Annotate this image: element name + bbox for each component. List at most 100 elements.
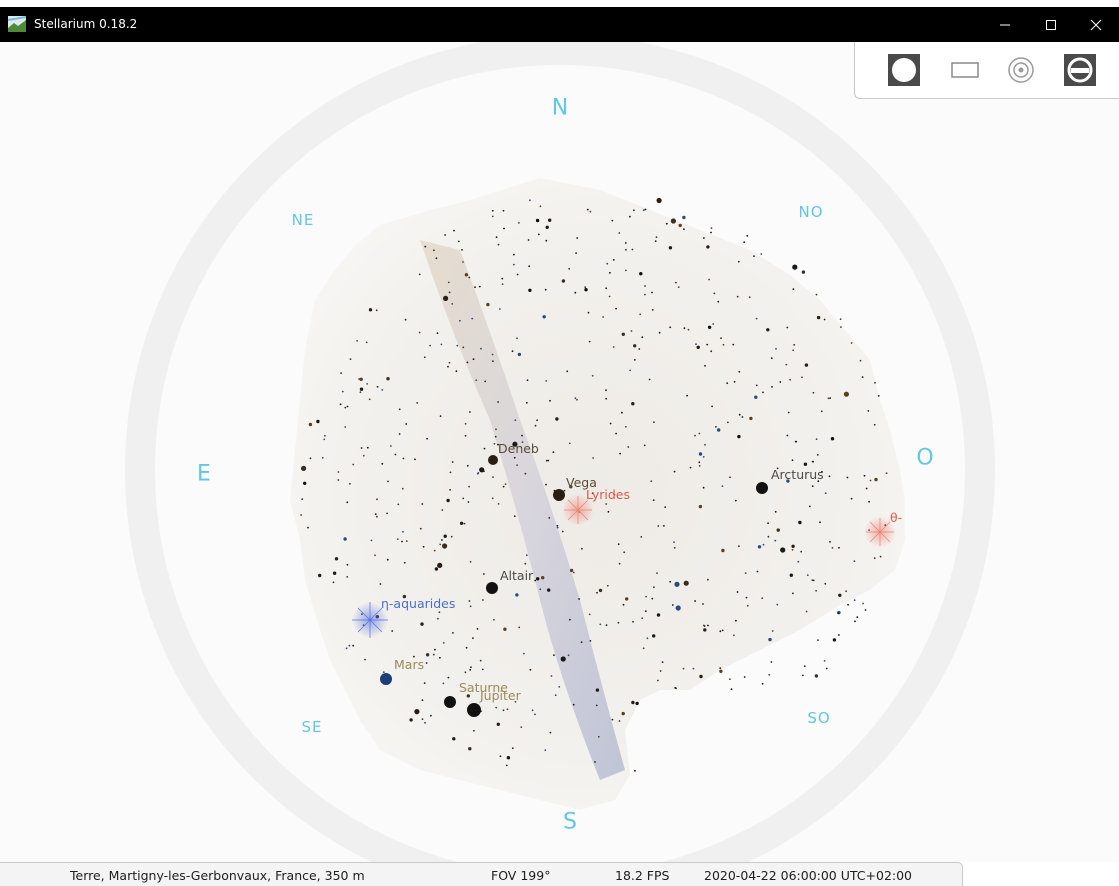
star — [746, 235, 749, 237]
star — [332, 571, 337, 575]
star — [344, 406, 347, 409]
star — [612, 259, 615, 261]
star — [463, 522, 466, 525]
star — [623, 551, 626, 554]
rectangle-icon[interactable] — [949, 54, 981, 86]
star — [446, 498, 450, 503]
star — [768, 673, 771, 676]
star — [840, 326, 842, 328]
star — [792, 288, 795, 291]
deneb-star[interactable] — [488, 455, 498, 465]
star — [464, 434, 467, 437]
star — [761, 597, 764, 600]
star — [591, 374, 594, 377]
location-text[interactable]: Terre, Martigny-les-Gerbonvaux, France, … — [70, 868, 365, 883]
star — [792, 592, 794, 595]
star — [502, 709, 505, 712]
minimize-icon — [1000, 24, 1010, 25]
star — [735, 619, 737, 622]
jupiter-planet[interactable] — [467, 703, 481, 717]
star — [698, 504, 703, 509]
vega-star[interactable] — [553, 489, 565, 501]
star — [549, 399, 551, 402]
concentric-circles-icon[interactable] — [1005, 54, 1037, 86]
star — [544, 749, 547, 751]
star — [480, 347, 482, 350]
star — [414, 709, 420, 715]
star — [549, 731, 552, 734]
star — [513, 253, 515, 256]
star — [576, 237, 579, 239]
star — [698, 465, 701, 467]
datetime-text[interactable]: 2020-04-22 06:00:00 UTC+02:00 — [704, 868, 912, 883]
star — [452, 632, 454, 634]
star — [581, 547, 583, 550]
star — [596, 591, 598, 594]
star — [349, 483, 351, 485]
maximize-button[interactable] — [1028, 7, 1074, 42]
arcturus-star[interactable] — [756, 482, 768, 494]
star — [556, 524, 559, 527]
star — [394, 453, 397, 456]
star — [670, 218, 677, 224]
star — [703, 237, 705, 239]
star — [694, 434, 696, 437]
star — [381, 389, 384, 391]
altair-star[interactable] — [486, 582, 498, 594]
star — [525, 401, 528, 404]
star — [443, 534, 447, 538]
star — [618, 720, 621, 722]
star — [761, 682, 764, 685]
mars-planet[interactable] — [380, 673, 392, 685]
star — [631, 248, 634, 251]
star — [854, 620, 856, 623]
star — [491, 209, 494, 212]
star — [513, 515, 516, 518]
star — [497, 401, 499, 403]
saturne-planet[interactable] — [444, 696, 456, 708]
star — [429, 344, 431, 347]
star — [550, 675, 553, 677]
star — [798, 520, 802, 525]
close-button[interactable] — [1073, 7, 1119, 42]
star — [792, 349, 795, 352]
star — [683, 228, 685, 231]
star — [476, 628, 479, 630]
star — [771, 630, 774, 632]
star — [719, 669, 723, 673]
star — [738, 413, 741, 416]
star — [617, 621, 620, 624]
star — [587, 311, 590, 314]
star — [815, 438, 818, 441]
star — [397, 503, 400, 506]
star — [468, 485, 470, 488]
star — [754, 395, 758, 399]
sky-view[interactable]: N NE NO E O SE SO S Deneb Vega Lyrides A… — [0, 42, 1119, 862]
star — [441, 509, 444, 511]
star — [418, 273, 421, 276]
star — [719, 667, 722, 669]
star — [466, 464, 469, 467]
star — [387, 480, 389, 483]
star — [611, 718, 614, 721]
star — [785, 363, 788, 366]
star — [506, 708, 509, 711]
wrench-icon[interactable] — [1064, 54, 1096, 86]
sky-canvas[interactable] — [0, 42, 1119, 862]
star — [642, 209, 645, 212]
star — [401, 540, 403, 543]
star — [643, 444, 646, 447]
star — [346, 405, 349, 408]
star — [630, 330, 633, 332]
star — [641, 336, 644, 339]
star — [544, 288, 547, 291]
star — [434, 567, 439, 571]
minimize-button[interactable] — [982, 7, 1028, 42]
filled-circle-icon[interactable] — [888, 54, 920, 86]
star — [381, 462, 384, 465]
star — [651, 597, 654, 600]
star — [556, 526, 559, 529]
star — [640, 536, 643, 538]
star — [828, 475, 831, 478]
star — [621, 411, 623, 414]
